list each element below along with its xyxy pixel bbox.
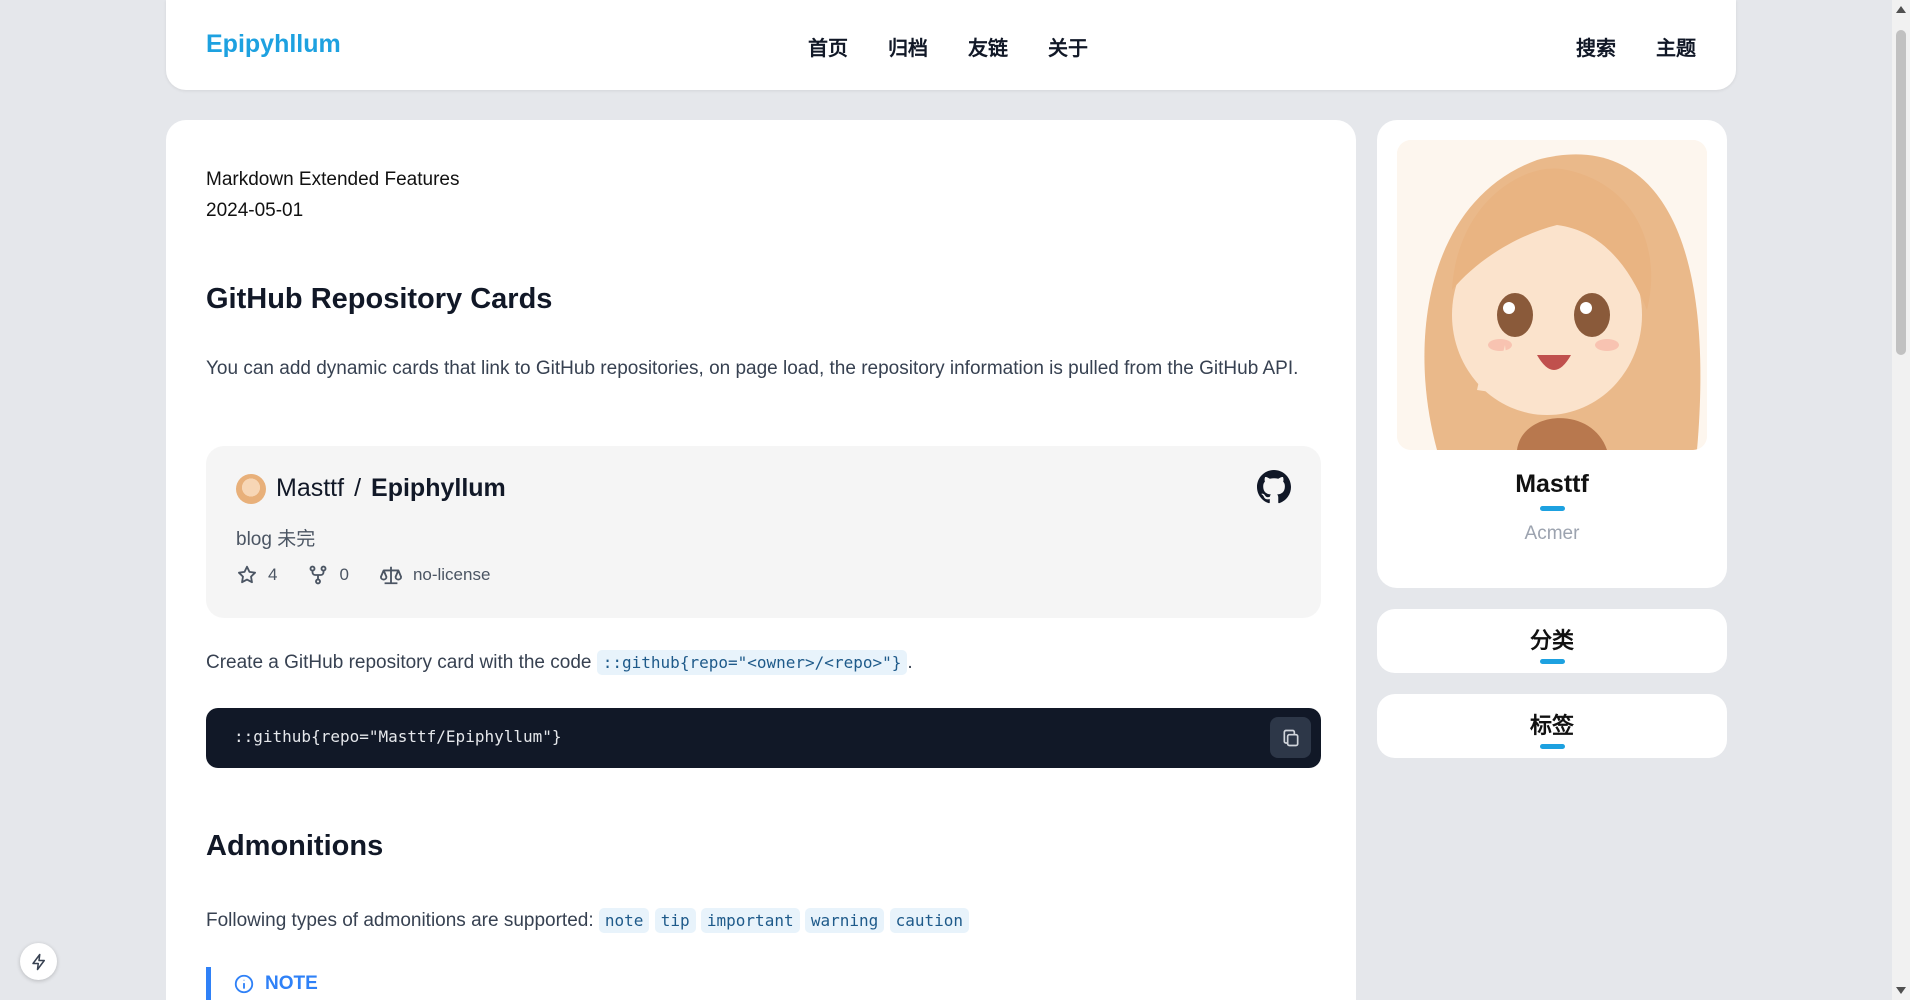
repo-stars-count: 4 bbox=[268, 565, 278, 584]
top-navbar: Epipyhllum 首页 归档 友链 关于 搜索 主题 bbox=[166, 0, 1736, 90]
fork-icon bbox=[310, 565, 327, 585]
profile-bio: Acmer bbox=[1524, 523, 1580, 544]
admonition-note-label: NOTE bbox=[233, 973, 318, 995]
nav-link-home[interactable]: 首页 bbox=[808, 32, 848, 61]
tags-card: 标签 bbox=[1377, 694, 1727, 758]
post-meta: Markdown Extended Features 2024-05-01 bbox=[206, 164, 459, 226]
repo-license: no-license bbox=[379, 564, 491, 586]
page-scrollbar[interactable] bbox=[1892, 0, 1910, 1000]
repo-stars: 4 bbox=[236, 564, 277, 586]
admonition-type-tip: tip bbox=[654, 908, 696, 933]
categories-card: 分类 bbox=[1377, 609, 1727, 673]
repo-title: Masttf / Epiphyllum bbox=[276, 474, 506, 503]
star-icon bbox=[238, 565, 256, 584]
code-block-content: ::github{repo="Masttf/Epiphyllum"} bbox=[234, 727, 562, 746]
profile-name-underline bbox=[1540, 506, 1565, 511]
tags-title: 标签 bbox=[1529, 714, 1574, 739]
admonitions-intro-text: Following types of admonitions are suppo… bbox=[206, 910, 594, 931]
post-title: Markdown Extended Features bbox=[206, 169, 460, 190]
bolt-icon bbox=[31, 953, 45, 970]
usage-paragraph: Create a GitHub repository card with the… bbox=[206, 645, 1321, 680]
tags-underline bbox=[1540, 744, 1565, 749]
heading-admonitions: Admonitions bbox=[206, 830, 384, 862]
repo-owner-avatar bbox=[236, 474, 266, 504]
nav-link-archive[interactable]: 归档 bbox=[888, 32, 928, 61]
repo-forks-count: 0 bbox=[339, 565, 349, 584]
scroll-up-arrow[interactable] bbox=[1896, 6, 1906, 13]
floating-action-button[interactable] bbox=[20, 943, 57, 980]
github-repo-card[interactable]: Masttf / Epiphyllum blog 未完 4 0 no-license bbox=[206, 446, 1321, 618]
usage-end: . bbox=[907, 652, 913, 673]
repo-owner: Masttf bbox=[276, 474, 345, 502]
nav-link-about[interactable]: 关于 bbox=[1048, 32, 1088, 61]
categories-title: 分类 bbox=[1529, 629, 1574, 654]
repo-stats: 4 0 no-license bbox=[236, 564, 490, 586]
info-icon bbox=[234, 974, 254, 994]
scale-icon bbox=[379, 566, 402, 585]
admonition-note: NOTE bbox=[206, 967, 806, 1000]
admonitions-intro: Following types of admonitions are suppo… bbox=[206, 900, 1321, 942]
theme-link[interactable]: 主题 bbox=[1656, 32, 1696, 61]
search-link[interactable]: 搜索 bbox=[1576, 32, 1616, 61]
nav-link-friends[interactable]: 友链 bbox=[968, 32, 1008, 61]
post-date: 2024-05-01 bbox=[206, 200, 304, 221]
code-block: ::github{repo="Masttf/Epiphyllum"} bbox=[206, 708, 1321, 768]
copy-code-button[interactable] bbox=[1270, 717, 1311, 758]
nav-actions: 搜索 主题 bbox=[1576, 32, 1696, 61]
profile-card: Masttf Acmer bbox=[1377, 120, 1727, 588]
repo-forks: 0 bbox=[307, 564, 349, 586]
repo-name: Epiphyllum bbox=[371, 474, 506, 502]
scroll-down-arrow[interactable] bbox=[1896, 987, 1906, 994]
usage-text: Create a GitHub repository card with the… bbox=[206, 652, 592, 673]
admonition-type-note: note bbox=[598, 908, 650, 933]
repo-separator: / bbox=[354, 474, 362, 502]
github-cards-intro: You can add dynamic cards that link to G… bbox=[206, 358, 1299, 379]
heading-github-cards: GitHub Repository Cards bbox=[206, 283, 553, 315]
avatar-illustration bbox=[1397, 140, 1707, 450]
scrollbar-thumb[interactable] bbox=[1896, 30, 1906, 355]
admonition-type-important: important bbox=[700, 908, 800, 933]
github-icon bbox=[1257, 470, 1291, 504]
admonition-type-caution: caution bbox=[889, 908, 970, 933]
admonition-note-title: NOTE bbox=[265, 973, 318, 994]
repo-description: blog 未完 bbox=[236, 529, 316, 550]
profile-name: Masttf bbox=[1515, 470, 1589, 498]
site-brand-link[interactable]: Epipyhllum bbox=[206, 30, 341, 59]
article-card: Markdown Extended Features 2024-05-01 Gi… bbox=[166, 120, 1356, 1000]
usage-inline-code: ::github{repo="<owner>/<repo>"} bbox=[596, 650, 908, 675]
categories-underline bbox=[1540, 659, 1565, 664]
copy-icon bbox=[1283, 729, 1298, 746]
main-nav: 首页 归档 友链 关于 bbox=[808, 32, 1088, 61]
profile-avatar[interactable] bbox=[1397, 140, 1707, 450]
repo-license-label: no-license bbox=[412, 565, 491, 584]
admonition-type-warning: warning bbox=[804, 908, 885, 933]
